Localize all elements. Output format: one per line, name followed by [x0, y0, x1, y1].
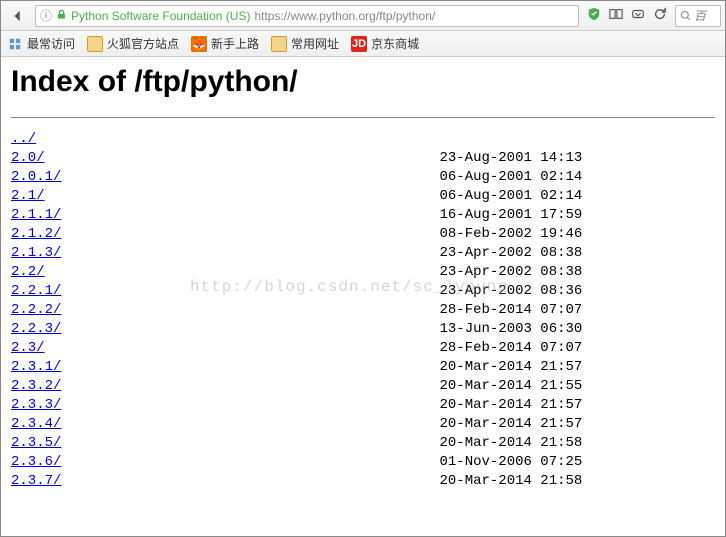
dir-link[interactable]: 2.0/: [11, 150, 45, 166]
bookmark-label: 京东商城: [371, 35, 419, 52]
bookmarks-toolbar: 最常访问 火狐官方站点 🦊 新手上路 常用网址 JD 京东商城: [1, 31, 725, 57]
grid-icon: [7, 36, 23, 52]
dir-link[interactable]: 2.2/: [11, 264, 45, 280]
pocket-icon[interactable]: [627, 7, 649, 24]
url-text: https://www.python.org/ftp/python/: [254, 9, 435, 23]
search-box[interactable]: 百: [675, 5, 721, 27]
dir-link[interactable]: 2.1.3/: [11, 245, 61, 261]
dir-link[interactable]: 2.1/: [11, 188, 45, 204]
dir-link[interactable]: 2.1.1/: [11, 207, 61, 223]
bookmark-label: 新手上路: [211, 35, 259, 52]
dir-link[interactable]: 2.3.7/: [11, 473, 61, 489]
dir-link[interactable]: 2.2.3/: [11, 321, 61, 337]
bookmark-label: 常用网址: [291, 35, 339, 52]
bookmark-jd[interactable]: JD 京东商城: [351, 35, 419, 52]
dir-link[interactable]: 2.3.6/: [11, 454, 61, 470]
jd-icon: JD: [351, 36, 367, 52]
back-button[interactable]: [5, 4, 31, 28]
dir-link[interactable]: 2.3.1/: [11, 359, 61, 375]
folder-icon: [87, 36, 103, 52]
dir-link[interactable]: 2.3.5/: [11, 435, 61, 451]
dir-link[interactable]: 2.0.1/: [11, 169, 61, 185]
bookmark-getting-started[interactable]: 🦊 新手上路: [191, 35, 259, 52]
shield-icon[interactable]: [587, 7, 601, 24]
address-bar[interactable]: ⓘ Python Software Foundation (US) https:…: [35, 5, 579, 27]
firefox-icon: 🦊: [191, 36, 207, 52]
info-icon: ⓘ: [40, 7, 52, 24]
bookmark-label: 最常访问: [27, 35, 75, 52]
dir-link[interactable]: 2.3/: [11, 340, 45, 356]
ssl-org-label: Python Software Foundation (US): [71, 9, 250, 23]
dir-link[interactable]: 2.1.2/: [11, 226, 61, 242]
browser-nav-bar: ⓘ Python Software Foundation (US) https:…: [1, 1, 725, 31]
dir-link[interactable]: 2.2.1/: [11, 283, 61, 299]
reader-icon[interactable]: [605, 7, 627, 24]
parent-dir-link[interactable]: ../: [11, 131, 36, 147]
dir-link[interactable]: 2.3.3/: [11, 397, 61, 413]
bookmark-most-visited[interactable]: 最常访问: [7, 35, 75, 52]
bookmark-common-sites[interactable]: 常用网址: [271, 35, 339, 52]
dir-link[interactable]: 2.2.2/: [11, 302, 61, 318]
search-placeholder: 百: [694, 7, 706, 24]
reload-button[interactable]: [649, 7, 671, 24]
page-content: Index of /ftp/python/ ../ 2.0/ 23-Aug-20…: [1, 57, 725, 536]
divider: [11, 117, 715, 118]
lock-icon: [56, 9, 67, 23]
bookmark-label: 火狐官方站点: [107, 35, 179, 52]
dir-link[interactable]: 2.3.4/: [11, 416, 61, 432]
directory-listing: ../ 2.0/ 23-Aug-2001 14:13 - 2.0.1/ 06-A…: [11, 130, 715, 491]
page-title: Index of /ftp/python/: [11, 65, 715, 99]
folder-icon: [271, 36, 287, 52]
dir-link[interactable]: 2.3.2/: [11, 378, 61, 394]
search-icon: [680, 10, 691, 21]
bookmark-firefox-official[interactable]: 火狐官方站点: [87, 35, 179, 52]
